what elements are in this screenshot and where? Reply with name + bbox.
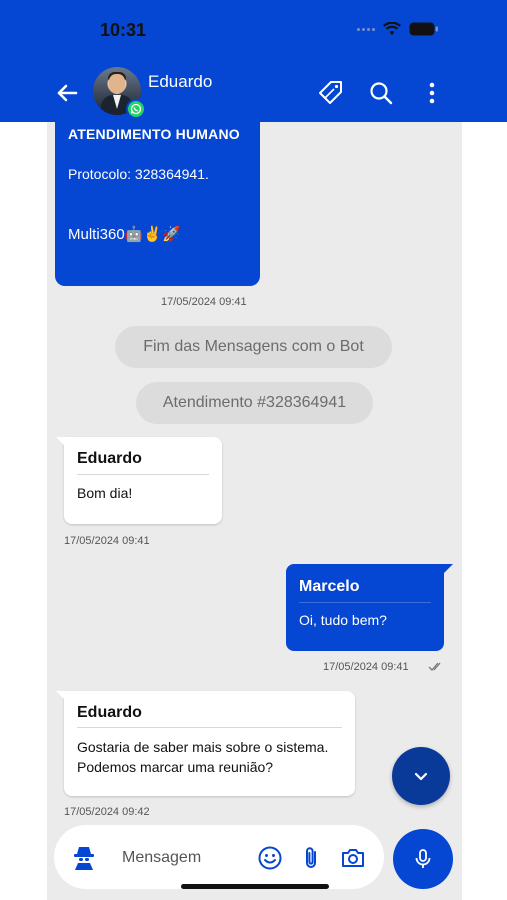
tag-icon[interactable] bbox=[316, 78, 346, 108]
bot-message-bubble[interactable]: ATENDIMENTO HUMANO Protocolo: 328364941.… bbox=[55, 122, 260, 286]
contact-name[interactable]: Eduardo bbox=[148, 72, 212, 92]
app-header: 10:31 Eduardo bbox=[0, 0, 507, 122]
mic-icon bbox=[415, 849, 431, 868]
system-pill-ticket: Atendimento #328364941 bbox=[136, 382, 373, 424]
divider bbox=[299, 602, 431, 603]
message-text-line-1: Gostaria de saber mais sobre o sistema. bbox=[77, 739, 329, 755]
whatsapp-icon bbox=[126, 99, 146, 119]
back-arrow-icon[interactable] bbox=[52, 78, 82, 108]
incoming-message-bubble[interactable]: Eduardo Bom dia! bbox=[56, 437, 222, 524]
message-sender: Eduardo bbox=[77, 704, 142, 721]
search-icon[interactable] bbox=[366, 78, 396, 108]
message-time: 17/05/2024 09:41 bbox=[323, 661, 409, 673]
agent-icon[interactable] bbox=[70, 843, 98, 871]
message-sender: Eduardo bbox=[77, 450, 142, 467]
double-check-icon bbox=[428, 662, 441, 671]
message-composer[interactable]: Mensagem bbox=[54, 825, 384, 889]
signal-icon bbox=[357, 27, 375, 31]
system-pill-end-bot: Fim das Mensagens com o Bot bbox=[115, 326, 392, 368]
bot-message-protocol: Protocolo: 328364941. bbox=[68, 166, 209, 182]
wifi-icon bbox=[383, 22, 401, 35]
battery-icon bbox=[409, 22, 438, 36]
status-time: 10:31 bbox=[100, 20, 147, 40]
outgoing-message-bubble[interactable]: Marcelo Oi, tudo bem? bbox=[286, 564, 453, 651]
attach-icon[interactable] bbox=[299, 845, 325, 871]
bot-message-signature: Multi360🤖✌️🚀 bbox=[68, 226, 181, 243]
camera-icon[interactable] bbox=[340, 845, 366, 871]
divider bbox=[77, 727, 342, 728]
emoji-icon[interactable] bbox=[257, 845, 283, 871]
message-time: 17/05/2024 09:41 bbox=[64, 535, 150, 547]
home-indicator bbox=[181, 884, 329, 889]
message-time: 17/05/2024 09:42 bbox=[64, 806, 150, 818]
message-input[interactable]: Mensagem bbox=[122, 849, 201, 867]
chevron-down-icon bbox=[414, 772, 428, 781]
bot-message-time: 17/05/2024 09:41 bbox=[161, 296, 247, 308]
scroll-down-button[interactable] bbox=[392, 747, 450, 805]
status-icons bbox=[357, 22, 439, 36]
message-text: Bom dia! bbox=[77, 485, 133, 501]
message-text: Oi, tudo bem? bbox=[299, 612, 387, 628]
more-vert-icon[interactable] bbox=[417, 78, 447, 108]
message-sender: Marcelo bbox=[299, 578, 360, 595]
mic-button[interactable] bbox=[393, 829, 453, 889]
divider bbox=[77, 474, 209, 475]
incoming-message-bubble[interactable]: Eduardo Gostaria de saber mais sobre o s… bbox=[56, 691, 355, 796]
bot-message-title: ATENDIMENTO HUMANO bbox=[68, 126, 240, 142]
message-text-line-2: Podemos marcar uma reunião? bbox=[77, 759, 274, 775]
